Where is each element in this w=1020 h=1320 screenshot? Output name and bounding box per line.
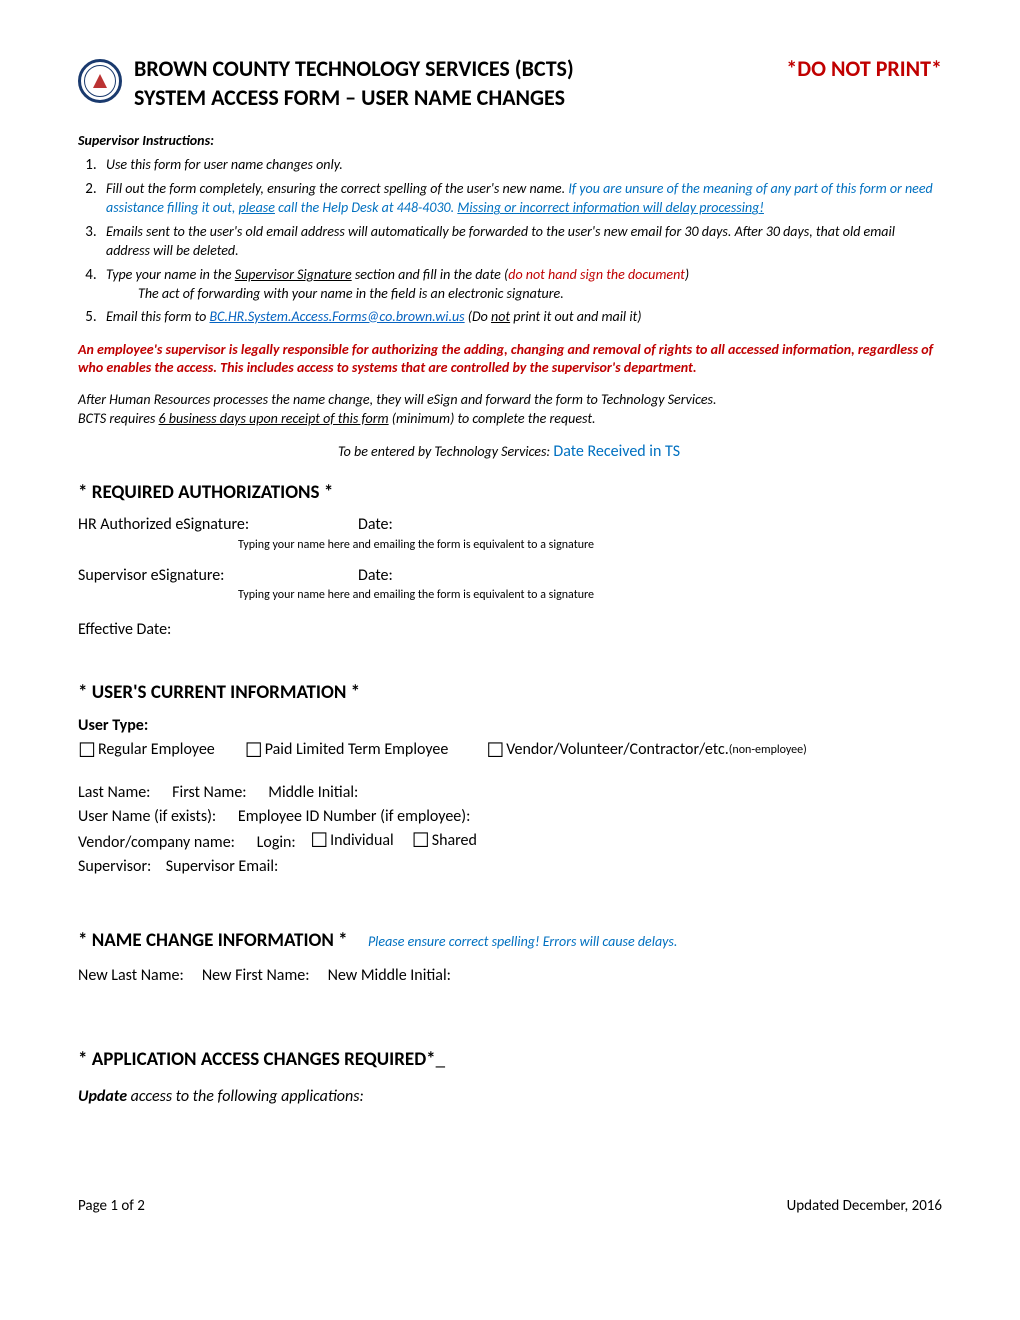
user-type-options: ☐Regular Employee ☐ Paid Limited Term Em… (78, 740, 942, 761)
page-number: Page 1 of 2 (78, 1197, 145, 1217)
do-not-print-label: *DO NOT PRINT* (786, 55, 942, 84)
signature-note: Typing your name here and emailing the f… (238, 538, 942, 554)
signature-note: Typing your name here and emailing the f… (238, 588, 942, 604)
user-current-info-heading: * USER'S CURRENT INFORMATION * (78, 681, 942, 706)
after-hr-line-2: BCTS requires 6 business days upon recei… (78, 410, 942, 428)
login-individual-checkbox[interactable]: ☐ Individual (310, 829, 394, 853)
instructions-heading: Supervisor Instructions: (78, 132, 942, 150)
after-hr-line-1: After Human Resources processes the name… (78, 391, 942, 409)
instruction-item: Fill out the form completely, ensuring t… (100, 180, 942, 219)
new-first-name-label: New First Name: (202, 966, 310, 985)
user-fields: Last Name: First Name: Middle Initial: U… (78, 781, 942, 879)
checkbox-icon: ☐ (310, 831, 328, 851)
vendor-checkbox[interactable]: ☐ Vendor/Volunteer/Contractor/etc. (non-… (486, 740, 806, 761)
checkbox-icon: ☐ (245, 741, 263, 761)
new-last-name-label: New Last Name: (78, 966, 184, 985)
name-change-note: Please ensure correct spelling! Errors w… (368, 933, 677, 950)
name-change-fields: New Last Name: New First Name: New Middl… (78, 964, 942, 988)
paid-limited-term-checkbox[interactable]: ☐ Paid Limited Term Employee (245, 740, 449, 761)
required-authorizations-heading: * REQUIRED AUTHORIZATIONS * (78, 481, 942, 506)
ts-received-line: To be entered by Technology Services: Da… (78, 442, 942, 463)
instruction-item: Email this form to BC.HR.System.Access.F… (100, 308, 942, 328)
hr-signature-row: HR Authorized eSignature: Date: (78, 515, 942, 536)
ts-date-received-field[interactable]: Date Received in TS (553, 442, 680, 461)
page-footer: Page 1 of 2 Updated December, 2016 (78, 1197, 942, 1217)
supervisor-signature-row: Supervisor eSignature: Date: (78, 566, 942, 587)
employee-id-label: Employee ID Number (if employee): (238, 807, 470, 826)
last-name-label: Last Name: (78, 783, 150, 802)
instruction-item: Emails sent to the user's old email addr… (100, 223, 942, 262)
update-access-line: Update access to the following applicati… (78, 1087, 942, 1108)
supervisor-signature-label: Supervisor eSignature: (78, 566, 358, 587)
name-change-heading: * NAME CHANGE INFORMATION * Please ensur… (78, 929, 942, 954)
regular-employee-checkbox[interactable]: ☐Regular Employee (78, 740, 215, 761)
county-seal-icon (78, 59, 122, 103)
vendor-company-label: Vendor/company name: (78, 833, 235, 852)
supervisor-date-label: Date: (358, 566, 393, 587)
hr-date-label: Date: (358, 515, 393, 536)
login-label: Login: (257, 833, 296, 852)
document-header: BROWN COUNTY TECHNOLOGY SERVICES (BCTS) … (78, 55, 942, 112)
title-line-2: SYSTEM ACCESS FORM – USER NAME CHANGES (134, 84, 942, 113)
checkbox-icon: ☐ (78, 741, 96, 761)
title-line-1: BROWN COUNTY TECHNOLOGY SERVICES (BCTS) (134, 55, 574, 84)
supervisor-label: Supervisor: (78, 857, 151, 876)
first-name-label: First Name: (172, 783, 246, 802)
email-link[interactable]: BC.HR.System.Access.Forms@co.brown.wi.us (210, 308, 465, 325)
title-block: BROWN COUNTY TECHNOLOGY SERVICES (BCTS) … (134, 55, 942, 112)
checkbox-icon: ☐ (486, 741, 504, 761)
updated-date: Updated December, 2016 (787, 1197, 942, 1217)
instruction-item: Use this form for user name changes only… (100, 156, 942, 176)
supervisor-email-label: Supervisor Email: (166, 857, 279, 876)
instruction-item: Type your name in the Supervisor Signatu… (100, 266, 942, 304)
effective-date-label: Effective Date: (78, 620, 942, 641)
instructions-list: Use this form for user name changes only… (78, 156, 942, 327)
login-shared-checkbox[interactable]: ☐ Shared (412, 829, 477, 853)
checkbox-icon: ☐ (412, 831, 430, 851)
new-middle-initial-label: New Middle Initial: (328, 966, 451, 985)
user-name-label: User Name (if exists): (78, 807, 216, 826)
user-type-label: User Type: (78, 716, 942, 737)
app-access-heading: * APPLICATION ACCESS CHANGES REQUIRED*_ (78, 1048, 942, 1073)
legal-notice: An employee's supervisor is legally resp… (78, 341, 942, 377)
hr-signature-label: HR Authorized eSignature: (78, 515, 358, 536)
middle-initial-label: Middle Initial: (268, 783, 358, 802)
